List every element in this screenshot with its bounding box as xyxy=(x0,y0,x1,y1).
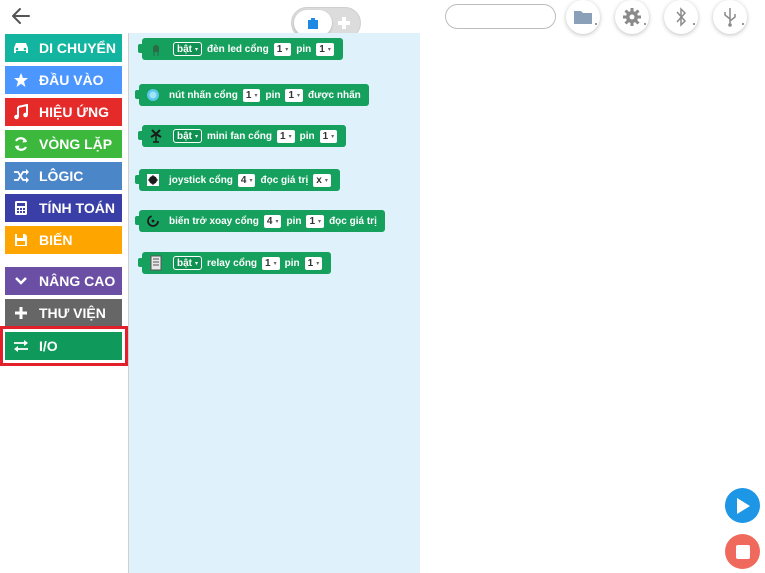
category-di-chuyen[interactable]: DI CHUYỂN xyxy=(5,34,122,62)
block-text: pin xyxy=(296,43,312,55)
plus-icon xyxy=(338,17,350,29)
block-text: pin xyxy=(265,89,281,101)
led-icon xyxy=(148,41,164,57)
block-mini-fan[interactable]: bật ▾ mini fan cổng 1 ▾ pin 1 ▾ xyxy=(138,125,347,147)
chevron-down-icon xyxy=(11,271,31,291)
pin-dropdown[interactable]: 1 ▾ xyxy=(316,42,334,56)
category-label: DI CHUYỂN xyxy=(39,40,117,56)
block-text: đèn led cổng xyxy=(207,43,269,55)
category-tinh-toan[interactable]: TÍNH TOÁN xyxy=(5,194,122,222)
category-nang-cao[interactable]: NÂNG CAO xyxy=(5,267,122,295)
usb-button[interactable] xyxy=(713,0,747,34)
floppy-icon xyxy=(11,230,31,250)
stop-icon xyxy=(735,544,750,559)
button-icon xyxy=(145,87,161,103)
state-dropdown[interactable]: bật ▾ xyxy=(173,42,203,56)
category-label: LÔGIC xyxy=(39,168,84,184)
search-input[interactable] xyxy=(445,4,556,29)
category-label: HIỆU ỨNG xyxy=(39,104,109,120)
category-thu-vien[interactable]: THƯ VIỆN xyxy=(5,299,122,327)
pin-dropdown[interactable]: 1 ▾ xyxy=(306,214,325,228)
settings-button[interactable] xyxy=(615,0,649,34)
plus-icon xyxy=(11,303,31,323)
port-dropdown[interactable]: 1 ▾ xyxy=(262,256,280,270)
block-text: mini fan cổng xyxy=(207,130,273,142)
category-label: BIẾN xyxy=(39,232,73,248)
block-text: được nhấn xyxy=(308,89,361,101)
block-text: pin xyxy=(299,130,315,142)
refresh-icon xyxy=(11,134,31,154)
block-joystick[interactable]: joystick cổng 4 ▾ đọc giá trị x ▾ xyxy=(135,169,340,191)
category-label: TÍNH TOÁN xyxy=(39,200,115,216)
block-text: đọc giá trị xyxy=(329,215,377,227)
port-dropdown[interactable]: 4 ▾ xyxy=(263,214,282,228)
blocks-icon xyxy=(308,18,318,29)
block-button[interactable]: nút nhấn cổng 1 ▾ pin 1 ▾ được nhấn xyxy=(135,84,369,106)
relay-icon xyxy=(148,255,164,271)
state-dropdown[interactable]: bật ▾ xyxy=(173,256,203,270)
stop-button[interactable] xyxy=(725,534,760,569)
block-text: joystick cổng xyxy=(169,174,233,186)
block-text: pin xyxy=(286,215,302,227)
block-potentiometer[interactable]: biến trở xoay cổng 4 ▾ pin 1 ▾ đọc giá trị xyxy=(135,210,385,232)
port-dropdown[interactable]: 1 ▾ xyxy=(277,129,295,143)
pin-dropdown[interactable]: 1 ▾ xyxy=(304,256,323,270)
run-button[interactable] xyxy=(725,488,760,523)
category-label: ĐẦU VÀO xyxy=(39,72,104,88)
category-vong-lap[interactable]: VÒNG LẶP xyxy=(5,130,122,158)
block-text: relay cổng xyxy=(207,257,258,269)
music-note-icon xyxy=(11,102,31,122)
folder-icon xyxy=(574,11,592,24)
category-bien[interactable]: BIẾN xyxy=(5,226,122,254)
pin-dropdown[interactable]: 1 ▾ xyxy=(285,88,304,102)
block-relay[interactable]: bật ▾ relay cổng 1 ▾ pin 1 ▾ xyxy=(138,252,332,274)
gear-icon xyxy=(623,8,641,26)
shuffle-icon xyxy=(11,166,31,186)
usb-icon xyxy=(724,8,736,27)
code-mode-button[interactable] xyxy=(336,15,352,31)
category-label: NÂNG CAO xyxy=(39,273,116,289)
port-dropdown[interactable]: 4 ▾ xyxy=(237,173,256,187)
fan-icon xyxy=(148,128,164,144)
selected-category-highlight xyxy=(0,326,128,366)
calculator-icon xyxy=(11,198,31,218)
joystick-icon xyxy=(145,172,161,188)
category-hieu-ung[interactable]: HIỆU ỨNG xyxy=(5,98,122,126)
block-flyout: bật ▾ đèn led cổng 1 ▾ pin 1 ▾ nút nhấn cổn… xyxy=(129,33,420,573)
file-button[interactable] xyxy=(566,0,600,34)
category-logic[interactable]: LÔGIC xyxy=(5,162,122,190)
car-icon xyxy=(11,38,31,58)
bluetooth-icon xyxy=(676,7,687,27)
block-led[interactable]: bật ▾ đèn led cổng 1 ▾ pin 1 ▾ xyxy=(138,38,343,60)
star-icon xyxy=(11,70,31,90)
axis-dropdown[interactable]: x ▾ xyxy=(313,173,331,187)
block-text: pin xyxy=(284,257,300,269)
category-list: DI CHUYỂN ĐẦU VÀO HIỆU ỨNG VÒNG LẶP LÔGI… xyxy=(0,0,129,573)
port-dropdown[interactable]: 1 ▾ xyxy=(242,88,261,102)
state-dropdown[interactable]: bật ▾ xyxy=(173,129,203,143)
block-text: biến trở xoay cổng xyxy=(169,215,259,227)
pin-dropdown[interactable]: 1 ▾ xyxy=(319,129,338,143)
bluetooth-button[interactable] xyxy=(664,0,698,34)
category-label: VÒNG LẶP xyxy=(39,136,113,152)
potentiometer-icon xyxy=(145,213,161,229)
port-dropdown[interactable]: 1 ▾ xyxy=(273,42,292,56)
block-text: đọc giá trị xyxy=(260,174,309,186)
block-text: nút nhấn cổng xyxy=(169,89,238,101)
play-icon xyxy=(736,497,750,514)
category-label: THƯ VIỆN xyxy=(39,305,106,321)
category-dau-vao[interactable]: ĐẦU VÀO xyxy=(5,66,122,94)
